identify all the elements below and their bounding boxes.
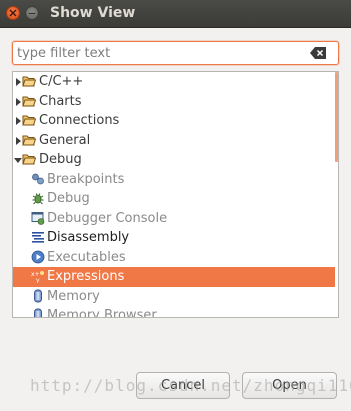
memory-icon [34,289,42,302]
folder-icon [22,96,36,106]
chevron-down-icon[interactable] [14,158,22,163]
clear-filter-icon[interactable] [310,47,326,59]
folder-icon [22,154,36,165]
tree-item-debug[interactable]: Debug [13,189,335,209]
tree-item-label: Breakpoints [47,171,125,187]
close-icon [9,9,17,17]
tree-item-label: Memory [47,288,100,304]
folder-icon [22,76,36,87]
tree-item-debug-folder[interactable]: Debug [13,150,335,170]
tree-item-label: Charts [39,93,82,109]
console-icon [31,211,45,225]
tree-item-executables[interactable]: Executables [13,248,335,268]
chevron-right-icon[interactable] [16,97,21,106]
folder-icon [22,115,36,126]
filter-field[interactable] [12,41,339,65]
filter-input[interactable] [17,44,307,62]
memory-icon [34,308,42,317]
chevron-right-icon[interactable] [16,78,21,86]
view-tree[interactable]: C/C++ Charts Connections General Debug B… [12,71,339,318]
folder-icon [22,135,36,145]
tree-item-breakpoints[interactable]: Breakpoints [13,170,335,190]
play-icon [31,250,45,263]
tree-item-label: Disassembly [47,230,130,245]
expressions-icon: x+ y [31,271,44,283]
tree-item-debugger-console[interactable]: Debugger Console [13,209,335,229]
chevron-right-icon[interactable] [16,117,21,125]
minimize-window-button[interactable] [25,6,39,20]
tree-item-general[interactable]: General [13,131,335,151]
tree-item-label: Executables [47,249,126,265]
close-window-button[interactable] [6,6,20,20]
tree-item-label: Debugger Console [47,210,168,226]
watermark: http://blog.csdn.net/zhongqi110 [30,376,351,395]
breakpoints-icon [32,173,44,184]
window-title: Show View [50,5,136,21]
tree-item-label: C/C++ [39,74,84,89]
tree-item-expressions[interactable]: x+ y Expressions [13,267,335,287]
svg-text:y: y [36,277,40,283]
tree-item-label: Connections [39,113,120,128]
tree-item-label: General [39,132,91,148]
disassembly-icon [32,232,44,243]
tree-item-connections[interactable]: Connections [13,111,335,131]
tree-item-label: Memory Browser [47,308,157,318]
minimize-icon [29,13,35,14]
tree-item-memory[interactable]: Memory [13,287,335,307]
tree-item-disassembly[interactable]: Disassembly [13,228,335,248]
tree-item-charts[interactable]: Charts [13,92,335,112]
chevron-right-icon[interactable] [16,136,21,145]
tree-scrollbar[interactable] [335,72,338,162]
tree-item-memory-browser[interactable]: Memory Browser [13,306,335,318]
bug-icon [32,193,44,205]
tree-item-label: Debug [47,191,90,206]
title-bar: Show View [0,0,351,28]
tree-item-cpp[interactable]: C/C++ [13,72,335,92]
tree-item-label: Expressions [47,269,125,284]
tree-item-label: Debug [39,152,82,167]
